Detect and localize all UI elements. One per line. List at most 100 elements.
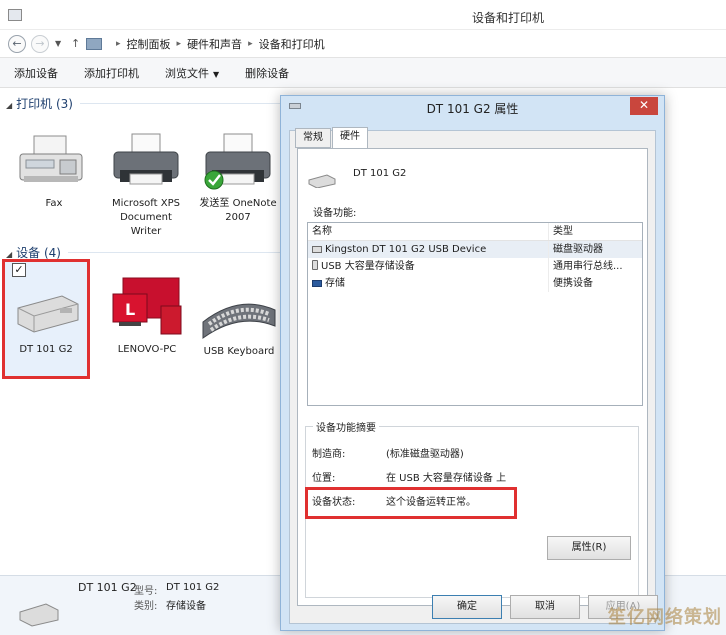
printers-group-label: 打印机 (3) [16,97,73,111]
device-functions-list[interactable]: 名称 类型 Kingston DT 101 G2 USB Device 磁盘驱动… [307,222,643,406]
collapse-triangle-icon: ◢ [6,250,13,259]
manufacturer-value: (标准磁盘驱动器) [386,449,464,460]
dialog-device-name: DT 101 G2 [353,168,407,179]
dialog-title: DT 101 G2 属性 [426,102,519,116]
printer-label-line1: Fax [45,198,63,209]
list-item[interactable]: 存储 便携设备 [308,275,642,292]
printer-fax[interactable]: Fax [8,130,100,211]
properties-dialog: DT 101 G2 属性 ✕ 常规 硬件 DT 101 G2 设备功能: 名称 … [280,95,665,631]
breadcrumb-item-hardware-sound[interactable]: 硬件和声音 [187,36,242,52]
summary-group-label: 设备功能摘要 [313,419,379,434]
details-category-label: 类别: [134,601,158,612]
printer-microsoft-xps[interactable]: Microsoft XPS Document Writer [100,130,192,239]
remove-device-button[interactable]: 删除设备 [245,65,289,81]
printers-group-header[interactable]: ◢ 打印机 (3) [6,95,73,112]
usb-drive-icon [308,174,336,188]
command-toolbar: 添加设备 添加打印机 浏览文件 ▼ 删除设备 [0,58,726,88]
device-status-value: 这个设备运转正常。 [386,497,476,508]
device-select-checkbox[interactable]: ✓ [12,263,26,277]
manufacturer-label: 制造商: [312,449,346,460]
fax-icon [19,135,83,182]
properties-button[interactable]: 属性(R) [547,536,631,560]
device-label: USB Keyboard [203,346,275,357]
arrow-right-icon: → [35,37,45,50]
column-header-name[interactable]: 名称 [308,223,548,240]
control-panel-folder-icon [86,38,102,50]
printer-label-line1: 发送至 OneNote [199,198,277,209]
usb-drive-icon [19,603,59,627]
device-usb-keyboard[interactable]: USB Keyboard [196,292,282,359]
list-header: 名称 类型 [308,223,642,241]
printer-label-line1: Microsoft XPS [112,198,180,209]
location-value: 在 USB 大容量存储设备 上 [386,473,507,484]
chevron-right-icon: ▸ [248,39,253,49]
address-bar: ← → ▼ ↑ ▸ 控制面板 ▸ 硬件和声音 ▸ 设备和打印机 [0,30,726,58]
list-item-name: USB 大容量存储设备 [308,258,548,275]
list-item-name: 存储 [308,275,548,292]
back-button[interactable]: ← [8,35,26,53]
list-item-name-text: 存储 [325,278,345,289]
list-item-type: 便携设备 [548,275,642,292]
printer-onenote[interactable]: 发送至 OneNote 2007 [192,130,284,225]
printer-label-line2: 2007 [225,212,251,223]
watermark-text: 笙亿网络策划 [608,607,722,628]
printer-icon [204,133,271,190]
up-button[interactable]: ↑ [71,37,80,50]
chevron-right-icon: ▸ [116,39,121,49]
details-category-value: 存储设备 [166,601,206,612]
window-titlebar: 设备和打印机 [0,0,726,30]
breadcrumb-item-control-panel[interactable]: 控制面板 [127,36,171,52]
forward-button[interactable]: → [31,35,49,53]
column-header-type[interactable]: 类型 [548,223,642,240]
details-device-name: DT 101 G2 [78,581,137,594]
details-model-value: DT 101 G2 [166,582,220,593]
svg-text:L: L [125,300,135,319]
printer-label-line3: Writer [130,226,162,237]
printer-icon [113,133,179,185]
details-model-label: 型号: [134,586,158,597]
cancel-button[interactable]: 取消 [510,595,580,619]
list-item[interactable]: USB 大容量存储设备 通用串行总线... [308,258,642,275]
arrow-left-icon: ← [12,37,22,50]
add-device-button[interactable]: 添加设备 [14,65,58,81]
group-divider [80,103,280,104]
usb-icon [312,260,318,270]
device-dt101g2[interactable]: DT 101 G2 [6,282,86,357]
device-lenovo-pc[interactable]: L LENOVO-PC [104,276,190,357]
window-title: 设备和打印机 [471,11,544,25]
chevron-right-icon: ▸ [176,39,182,49]
device-status-label: 设备状态: [312,497,356,508]
recent-locations-chevron-icon[interactable]: ▼ [55,39,61,48]
functions-label: 设备功能: [313,208,357,219]
device-label: LENOVO-PC [117,344,177,355]
printer-label-line2: Document [120,212,172,223]
close-icon: ✕ [638,98,650,112]
computer-icon: L [112,277,182,335]
devices-group-label: 设备 (4) [16,246,61,260]
group-divider [68,252,280,253]
close-button[interactable]: ✕ [630,97,658,115]
breadcrumb: ▸ 控制面板 ▸ 硬件和声音 ▸ 设备和打印机 [86,34,325,54]
tab-general[interactable]: 常规 [295,128,331,148]
list-item[interactable]: Kingston DT 101 G2 USB Device 磁盘驱动器 [308,241,642,258]
collapse-triangle-icon: ◢ [6,101,13,110]
list-item-name-text: Kingston DT 101 G2 USB Device [325,244,487,255]
breadcrumb-item-devices-printers[interactable]: 设备和打印机 [259,36,325,52]
usb-drive-icon [17,295,79,333]
disk-drive-icon [312,246,322,253]
ok-button[interactable]: 确定 [432,595,502,619]
add-printer-button[interactable]: 添加打印机 [84,65,139,81]
keyboard-icon [202,303,276,339]
browse-files-label: 浏览文件 [165,66,209,80]
list-item-type: 磁盘驱动器 [548,241,642,258]
location-label: 位置: [312,473,336,484]
browse-files-button[interactable]: 浏览文件 ▼ [165,65,219,81]
tab-hardware[interactable]: 硬件 [332,127,368,149]
device-label: DT 101 G2 [19,344,73,355]
list-item-type: 通用串行总线... [548,258,642,275]
list-item-name-text: USB 大容量存储设备 [321,261,415,272]
arrow-up-icon: ↑ [71,37,81,50]
chevron-down-icon: ▼ [213,69,220,79]
list-item-name: Kingston DT 101 G2 USB Device [308,241,548,258]
storage-icon [312,280,322,287]
